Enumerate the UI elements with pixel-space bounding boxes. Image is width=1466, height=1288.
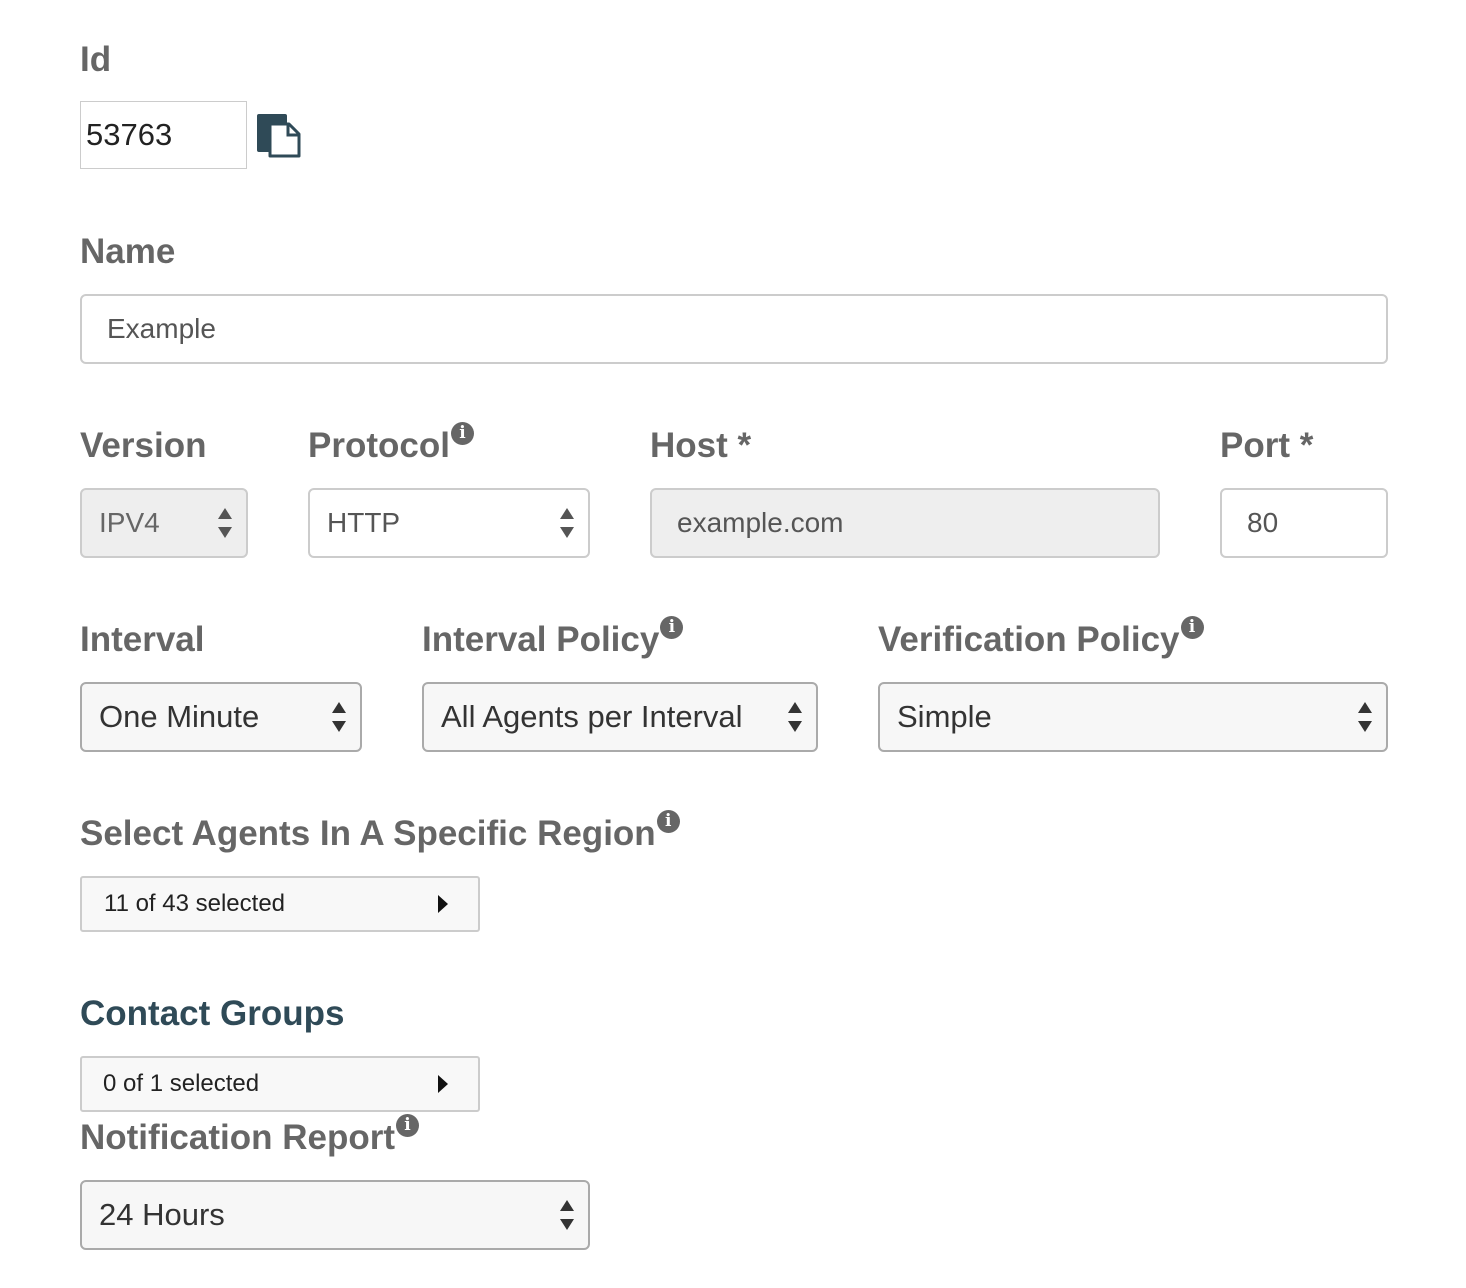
- notification-report-label-text: Notification Report: [80, 1118, 395, 1157]
- name-input[interactable]: Example: [80, 294, 1388, 364]
- name-value: Example: [107, 313, 216, 344]
- host-value: example.com: [677, 507, 844, 538]
- up-down-arrows-icon: [560, 1200, 574, 1230]
- id-field[interactable]: 53763: [80, 101, 247, 169]
- contact-groups-multiselect[interactable]: 0 of 1 selected: [80, 1056, 480, 1112]
- interval-policy-value: All Agents per Interval: [441, 699, 743, 734]
- copy-icon[interactable]: [256, 112, 302, 158]
- protocol-value: HTTP: [327, 507, 401, 538]
- version-label: Version: [80, 426, 207, 465]
- verification-policy-value: Simple: [897, 699, 992, 734]
- up-down-arrows-icon: [1358, 702, 1372, 732]
- port-input[interactable]: 80: [1220, 488, 1388, 558]
- interval-policy-select[interactable]: All Agents per Interval: [422, 682, 818, 752]
- host-label: Host *: [650, 426, 752, 465]
- protocol-label: Protocol i: [308, 422, 474, 465]
- id-value: 53763: [86, 117, 173, 152]
- info-icon[interactable]: i: [656, 810, 680, 833]
- id-label: Id: [80, 40, 112, 79]
- protocol-select[interactable]: HTTP: [308, 488, 590, 558]
- interval-value: One Minute: [99, 699, 260, 734]
- region-label-text: Select Agents In A Specific Region: [80, 814, 656, 853]
- host-input[interactable]: example.com: [650, 488, 1160, 558]
- info-icon[interactable]: i: [1180, 616, 1204, 639]
- name-label: Name: [80, 232, 176, 271]
- up-down-arrows-icon: [560, 508, 574, 538]
- up-down-arrows-icon: [218, 508, 232, 538]
- interval-label: Interval: [80, 620, 205, 659]
- port-value: 80: [1247, 507, 1279, 538]
- info-icon[interactable]: i: [660, 616, 684, 639]
- notification-report-value: 24 Hours: [99, 1197, 225, 1232]
- notification-report-select[interactable]: 24 Hours: [80, 1180, 590, 1250]
- verification-policy-label: Verification Policy i: [878, 616, 1204, 659]
- caret-right-icon: [438, 895, 448, 913]
- version-value: IPV4: [99, 507, 160, 538]
- up-down-arrows-icon: [332, 702, 346, 732]
- verification-policy-select[interactable]: Simple: [878, 682, 1388, 752]
- version-select[interactable]: IPV4: [80, 488, 248, 558]
- interval-policy-label-text: Interval Policy: [422, 620, 660, 659]
- contact-groups-value: 0 of 1 selected: [103, 1070, 260, 1097]
- region-value: 11 of 43 selected: [104, 890, 286, 917]
- info-icon[interactable]: i: [395, 1114, 419, 1137]
- region-label: Select Agents In A Specific Region i: [80, 810, 680, 853]
- port-label: Port *: [1220, 426, 1314, 465]
- notification-report-label: Notification Report i: [80, 1114, 419, 1157]
- contact-groups-heading: Contact Groups: [80, 994, 345, 1033]
- region-multiselect[interactable]: 11 of 43 selected: [80, 876, 480, 932]
- interval-policy-label: Interval Policy i: [422, 616, 684, 659]
- protocol-label-text: Protocol: [308, 426, 450, 465]
- verification-policy-label-text: Verification Policy: [878, 620, 1180, 659]
- info-icon[interactable]: i: [450, 422, 474, 445]
- interval-select[interactable]: One Minute: [80, 682, 362, 752]
- caret-right-icon: [438, 1075, 448, 1093]
- up-down-arrows-icon: [788, 702, 802, 732]
